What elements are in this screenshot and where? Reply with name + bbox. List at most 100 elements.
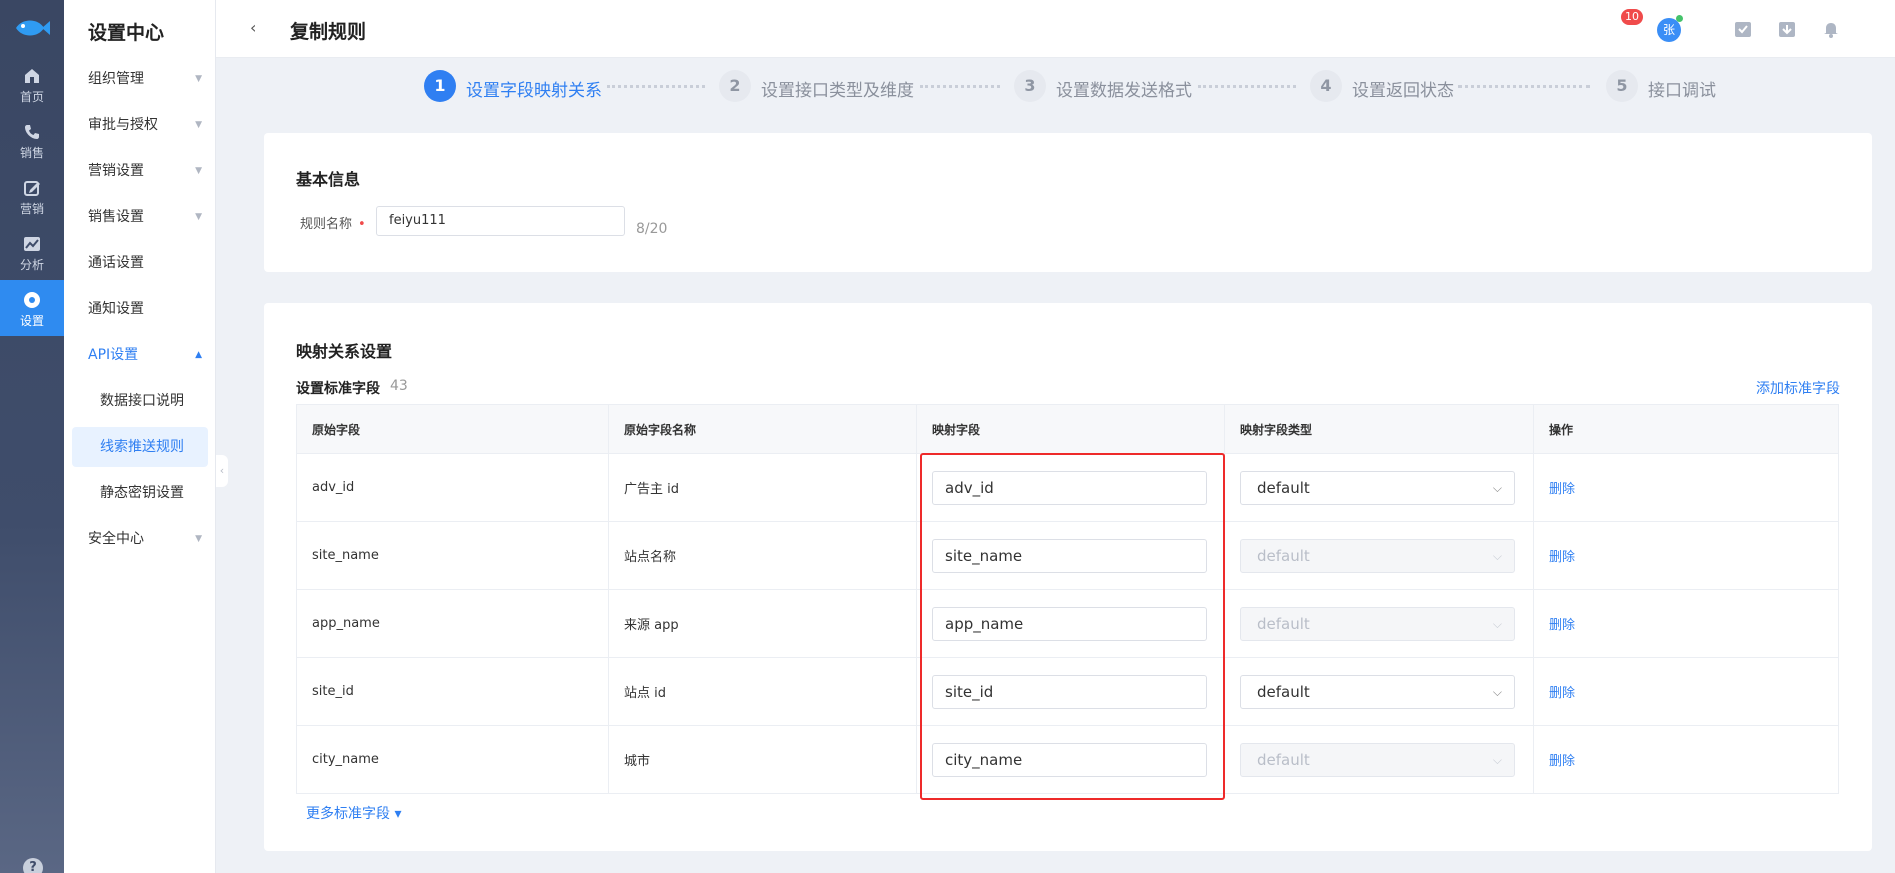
delete-link[interactable]: 删除 (1549, 478, 1575, 497)
rail-item-home[interactable]: 首页 (0, 56, 64, 112)
sidebar-item-org[interactable]: 组织管理 ▼ (64, 59, 216, 99)
settings-sidebar: 设置中心 组织管理 ▼ 审批与授权 ▼ 营销设置 ▼ 销售设置 ▼ 通话设置 通知设置 … (64, 0, 216, 873)
sidebar-item-api-doc[interactable]: 数据接口说明 (64, 381, 216, 421)
rail-item-analysis[interactable]: 分析 (0, 224, 64, 280)
standard-field-count: 43 (390, 378, 408, 394)
rail-item-marketing[interactable]: 营销 (0, 168, 64, 224)
step-number: 5 (1606, 70, 1638, 102)
chevron-down-icon: ⌵ (1492, 684, 1502, 699)
step-connector (607, 85, 705, 88)
step-number: 1 (424, 70, 456, 102)
sidebar-item-label: 安全中心 (88, 531, 144, 547)
chevron-down-icon: ▼ (195, 212, 202, 222)
rail-item-sales[interactable]: 销售 (0, 112, 64, 168)
sidebar-item-approval[interactable]: 审批与授权 ▼ (64, 105, 216, 145)
bell-icon[interactable] (1821, 19, 1841, 39)
field-type-value: default (1257, 614, 1310, 633)
sidebar-item-label: 销售设置 (88, 209, 144, 225)
sidebar-item-call[interactable]: 通话设置 (64, 243, 216, 283)
original-field-cell: app_name (312, 616, 380, 631)
step-label: 接口调试 (1648, 81, 1716, 101)
field-type-select[interactable]: default ⌵ (1240, 470, 1515, 505)
original-field-name-cell: 站点 id (608, 658, 916, 725)
delete-link[interactable]: 删除 (1549, 546, 1575, 565)
step-number: 4 (1310, 70, 1342, 102)
sidebar-item-marketing[interactable]: 营销设置 ▼ (64, 151, 216, 191)
sidebar-item-label: 通话设置 (88, 255, 144, 271)
step-label: 设置字段映射关系 (466, 81, 602, 101)
delete-link[interactable]: 删除 (1549, 614, 1575, 633)
basic-info-card: 基本信息 规则名称 • feiyu111 8/20 (264, 133, 1872, 272)
chevron-down-icon: ⌵ (1492, 548, 1502, 563)
field-type-cell: default ⌵ (1224, 726, 1533, 793)
original-field-name-cell: 广告主 id (608, 454, 916, 521)
field-type-select: default ⌵ (1240, 538, 1515, 573)
step-label: 设置接口类型及维度 (761, 81, 914, 101)
step-connector (1458, 85, 1590, 88)
column-header: 操作 (1533, 405, 1840, 453)
action-cell: 删除 (1533, 726, 1840, 793)
field-type-select: default ⌵ (1240, 742, 1515, 777)
sidebar-collapse-handle[interactable]: ‹ (216, 455, 228, 487)
home-icon (25, 69, 39, 83)
delete-link[interactable]: 删除 (1549, 682, 1575, 701)
action-cell: 删除 (1533, 658, 1840, 725)
sidebar-item-label: 线索推送规则 (100, 439, 184, 455)
top-header: ‹ 复制规则 (216, 0, 1895, 58)
rail-label-settings: 设置 (19, 314, 44, 328)
sidebar-item-api[interactable]: API设置 ▲ (64, 335, 216, 375)
rail-item-settings[interactable]: 设置 (0, 280, 64, 336)
sidebar-item-sales[interactable]: 销售设置 ▼ (64, 197, 216, 237)
rule-name-char-count: 8/20 (636, 221, 668, 237)
sidebar-item-label: API设置 (88, 347, 139, 363)
step-number: 2 (719, 70, 751, 102)
chevron-down-icon: ▼ (195, 166, 202, 176)
task-check-icon[interactable] (1733, 19, 1753, 39)
rule-name-input[interactable]: feiyu111 (376, 206, 625, 236)
phone-icon (25, 125, 39, 139)
delete-link[interactable]: 删除 (1549, 750, 1575, 769)
back-arrow-icon[interactable]: ‹ (250, 18, 256, 37)
chevron-down-icon: ⌵ (1492, 480, 1502, 495)
more-standard-fields-label: 更多标准字段 (306, 806, 390, 822)
rail-label-analysis: 分析 (19, 258, 44, 272)
settings-icon (24, 292, 40, 308)
original-field-name-cell: 城市 (608, 726, 916, 793)
table-header-row: 原始字段 原始字段名称 映射字段 映射字段类型 操作 (297, 405, 1838, 453)
basic-info-title: 基本信息 (296, 170, 361, 189)
rail-label-marketing: 营销 (19, 202, 44, 216)
field-type-select[interactable]: default ⌵ (1240, 674, 1515, 709)
add-standard-field-link[interactable]: 添加标准字段 (1756, 378, 1840, 398)
sidebar-item-security[interactable]: 安全中心 ▼ (64, 519, 216, 559)
field-type-select: default ⌵ (1240, 606, 1515, 641)
original-field-name-cell: 来源 app (608, 590, 916, 657)
original-field-name-cell: 站点名称 (608, 522, 916, 589)
sidebar-item-label: 组织管理 (88, 71, 144, 87)
rail-label-sales: 销售 (19, 146, 44, 160)
original-field-cell: site_id (312, 684, 354, 699)
rail-label-home: 首页 (19, 90, 44, 104)
sidebar-item-notify[interactable]: 通知设置 (64, 289, 216, 329)
online-status-dot (1676, 15, 1683, 22)
rule-name-label: 规则名称 • (300, 213, 366, 232)
more-standard-fields-link[interactable]: 更多标准字段 ▾ (306, 803, 401, 823)
sidebar-item-label: 营销设置 (88, 163, 144, 179)
original-field-cell: city_name (312, 752, 379, 767)
edit-icon (24, 181, 40, 196)
field-type-cell: default ⌵ (1224, 658, 1533, 725)
download-icon[interactable] (1777, 19, 1797, 39)
help-icon[interactable]: ? (23, 858, 43, 873)
mapped-field-highlight-box (920, 453, 1225, 800)
field-type-value: default (1257, 682, 1310, 701)
field-type-cell: default ⌵ (1224, 522, 1533, 589)
step-connector (920, 85, 1000, 88)
step-label: 设置返回状态 (1352, 81, 1454, 101)
field-type-value: default (1257, 546, 1310, 565)
chevron-down-icon: ▼ (195, 120, 202, 130)
chevron-down-icon: ▼ (195, 534, 202, 544)
notification-badge: 10 (1621, 9, 1643, 25)
chevron-up-icon: ▲ (195, 350, 202, 360)
sidebar-item-static-key[interactable]: 静态密钥设置 (64, 473, 216, 513)
sidebar-item-lead-push[interactable]: 线索推送规则 (72, 427, 208, 467)
field-type-value: default (1257, 750, 1310, 769)
